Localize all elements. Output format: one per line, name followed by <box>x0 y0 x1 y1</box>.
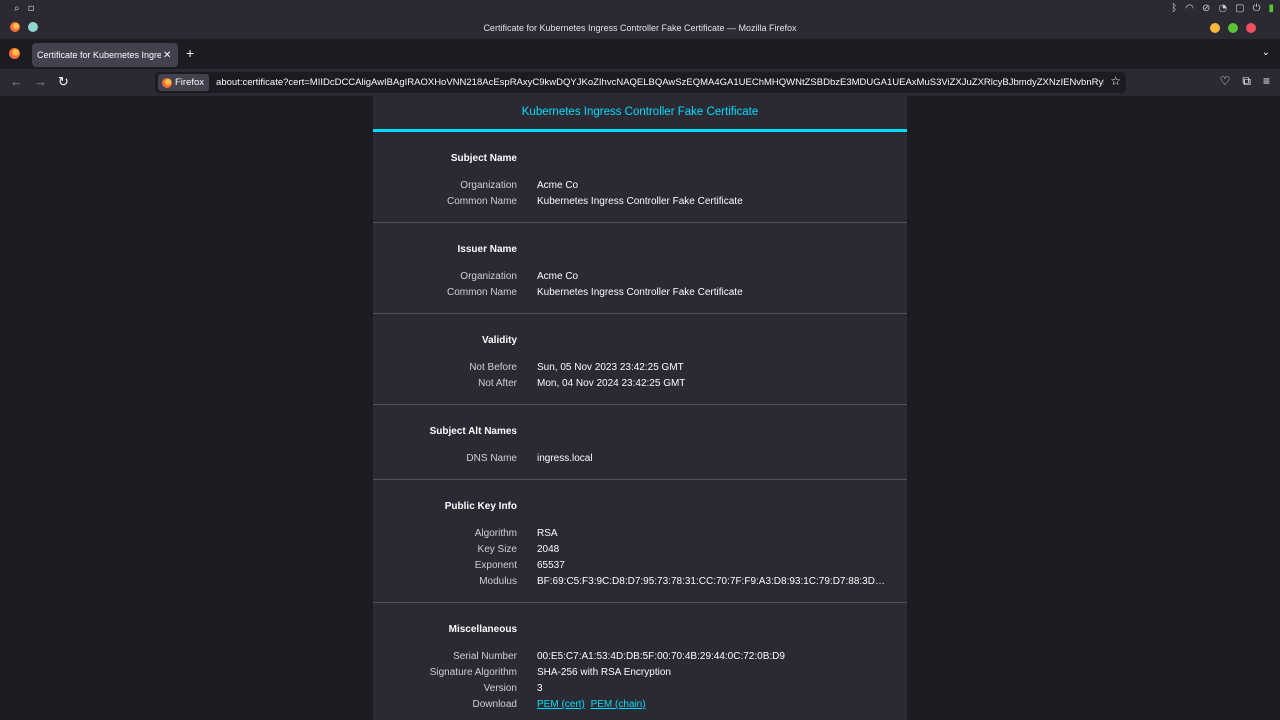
back-button[interactable]: ← <box>10 73 23 91</box>
section-title: Subject Alt Names <box>429 426 517 437</box>
field-label: Signature Algorithm <box>429 667 517 678</box>
window-title: Certificate for Kubernetes Ingress Contr… <box>483 23 797 33</box>
field-value: SHA-256 with RSA Encryption <box>537 667 671 678</box>
info-row: Common Name Kubernetes Ingress Controlle… <box>373 194 907 210</box>
field-value: 00:E5:C7:A1:53:4D:DB:5F:00:70:4B:29:44:0… <box>537 651 785 662</box>
wifi-icon[interactable]: ◠ <box>1185 0 1194 17</box>
list-all-tabs-icon[interactable]: ⌄ <box>1262 47 1270 58</box>
field-label: Common Name <box>446 196 517 207</box>
section-validity: Validity Not Before Sun, 05 Nov 2023 23:… <box>373 314 907 405</box>
field-value: ingress.local <box>537 453 593 464</box>
field-label: Not After <box>478 378 517 389</box>
search-icon[interactable]: ⌕ <box>14 0 20 17</box>
download-links: PEM (cert) PEM (chain) <box>537 697 649 713</box>
close-window-button[interactable] <box>1246 23 1256 33</box>
firefox-icon <box>162 77 172 88</box>
system-menu-bar: ⌕ ▫ ᛒ ◠ ⊘ ◔ ▢ ⏻ ▮ <box>0 0 1280 17</box>
field-label: Modulus <box>479 576 517 587</box>
info-row: Modulus BF:69:C5:F3:9C:D8:D7:95:73:78:31… <box>373 574 907 590</box>
clock-icon[interactable]: ◔ <box>1218 0 1227 17</box>
window-title-bar: Certificate for Kubernetes Ingress Contr… <box>0 17 1280 39</box>
field-label: Exponent <box>474 560 517 571</box>
info-row: Download PEM (cert) PEM (chain) <box>373 697 907 713</box>
section-public-key-info: Public Key Info Algorithm RSA Key Size 2… <box>373 480 907 603</box>
mute-icon[interactable]: ⊘ <box>1202 0 1210 17</box>
info-row: Key Size 2048 <box>373 542 907 558</box>
window-icon[interactable]: ▫ <box>28 0 35 17</box>
info-row: DNS Name ingress.local <box>373 451 907 467</box>
info-row: Organization Acme Co <box>373 269 907 285</box>
url-bar[interactable]: Firefox about:certificate?cert=MIIDcDCCA… <box>155 72 1126 93</box>
page-content: Kubernetes Ingress Controller Fake Certi… <box>0 96 1280 720</box>
field-label: DNS Name <box>466 453 517 464</box>
lock-icon[interactable]: ▢ <box>1235 0 1244 17</box>
navigation-toolbar: ← → ↻ Firefox about:certificate?cert=MII… <box>0 69 1280 96</box>
menu-icon[interactable]: ≡ <box>1263 74 1270 89</box>
pocket-icon[interactable]: ♡ <box>1220 74 1231 89</box>
reload-button[interactable]: ↻ <box>58 73 69 91</box>
field-value: Mon, 04 Nov 2024 23:42:25 GMT <box>537 378 686 389</box>
info-row: Signature Algorithm SHA-256 with RSA Enc… <box>373 665 907 681</box>
tab-certificate[interactable]: Certificate for Kubernetes Ingress Contr… <box>32 43 178 67</box>
field-value: Kubernetes Ingress Controller Fake Certi… <box>537 196 743 207</box>
section-title: Public Key Info <box>444 501 517 512</box>
section-subject-name: Subject Name Organization Acme Co Common… <box>373 132 907 223</box>
field-value: 65537 <box>537 560 565 571</box>
minimize-button[interactable] <box>1210 23 1220 33</box>
url-input[interactable]: about:certificate?cert=MIIDcDCCAligAwIBA… <box>216 77 1104 88</box>
field-label: Not Before <box>469 362 517 373</box>
section-title: Issuer Name <box>457 244 517 255</box>
field-label: Serial Number <box>453 651 517 662</box>
info-row: Algorithm RSA <box>373 526 907 542</box>
modulus-value[interactable]: BF:69:C5:F3:9C:D8:D7:95:73:78:31:CC:70:7… <box>537 574 887 590</box>
certificate-tab[interactable]: Kubernetes Ingress Controller Fake Certi… <box>373 96 907 132</box>
field-value: 2048 <box>537 544 560 555</box>
certificate-tab-title: Kubernetes Ingress Controller Fake Certi… <box>521 106 759 118</box>
field-value: Kubernetes Ingress Controller Fake Certi… <box>537 287 743 298</box>
info-row: Not Before Sun, 05 Nov 2023 23:42:25 GMT <box>373 360 907 376</box>
forward-button[interactable]: → <box>34 73 47 91</box>
info-row: Serial Number 00:E5:C7:A1:53:4D:DB:5F:00… <box>373 649 907 665</box>
field-label: Organization <box>460 180 517 191</box>
section-subject-alt-names: Subject Alt Names DNS Name ingress.local <box>373 405 907 480</box>
identity-label: Firefox <box>175 77 205 88</box>
field-label: Organization <box>460 271 517 282</box>
battery-icon[interactable]: ▮ <box>1268 0 1274 17</box>
field-value: Acme Co <box>537 271 579 282</box>
bluetooth-icon[interactable]: ᛒ <box>1171 0 1177 17</box>
field-label: Download <box>472 699 517 710</box>
tab-strip: Certificate for Kubernetes Ingress Contr… <box>0 39 1280 69</box>
field-label: Key Size <box>477 544 517 555</box>
tab-title: Certificate for Kubernetes Ingress Contr… <box>37 50 161 60</box>
section-miscellaneous: Miscellaneous Serial Number 00:E5:C7:A1:… <box>373 603 907 720</box>
power-icon[interactable]: ⏻ <box>1253 0 1261 17</box>
bookmark-star-icon[interactable]: ☆ <box>1110 74 1121 88</box>
certificate-viewer: Kubernetes Ingress Controller Fake Certi… <box>373 96 907 720</box>
new-tab-button[interactable]: + <box>186 45 194 61</box>
firefox-view-icon[interactable] <box>9 48 20 59</box>
field-value: RSA <box>537 528 558 539</box>
field-value: Acme Co <box>537 180 579 191</box>
info-row: Version 3 <box>373 681 907 697</box>
download-pem-chain-link[interactable]: PEM (chain) <box>591 699 646 710</box>
info-row: Common Name Kubernetes Ingress Controlle… <box>373 285 907 301</box>
field-label: Common Name <box>446 287 517 298</box>
section-issuer-name: Issuer Name Organization Acme Co Common … <box>373 223 907 314</box>
info-row: Not After Mon, 04 Nov 2024 23:42:25 GMT <box>373 376 907 392</box>
section-title: Subject Name <box>450 153 517 164</box>
info-row: Exponent 65537 <box>373 558 907 574</box>
field-label: Algorithm <box>474 528 517 539</box>
field-value: 3 <box>537 683 543 694</box>
section-title: Validity <box>481 335 517 346</box>
download-pem-cert-link[interactable]: PEM (cert) <box>537 699 585 710</box>
info-row: Organization Acme Co <box>373 178 907 194</box>
identity-box[interactable]: Firefox <box>158 74 210 91</box>
field-value: Sun, 05 Nov 2023 23:42:25 GMT <box>537 362 684 373</box>
maximize-button[interactable] <box>1228 23 1238 33</box>
extensions-icon[interactable]: ⧉ <box>1242 74 1251 89</box>
field-label: Version <box>483 683 517 694</box>
tab-close-icon[interactable]: ✕ <box>163 50 171 61</box>
section-title: Miscellaneous <box>448 624 517 635</box>
